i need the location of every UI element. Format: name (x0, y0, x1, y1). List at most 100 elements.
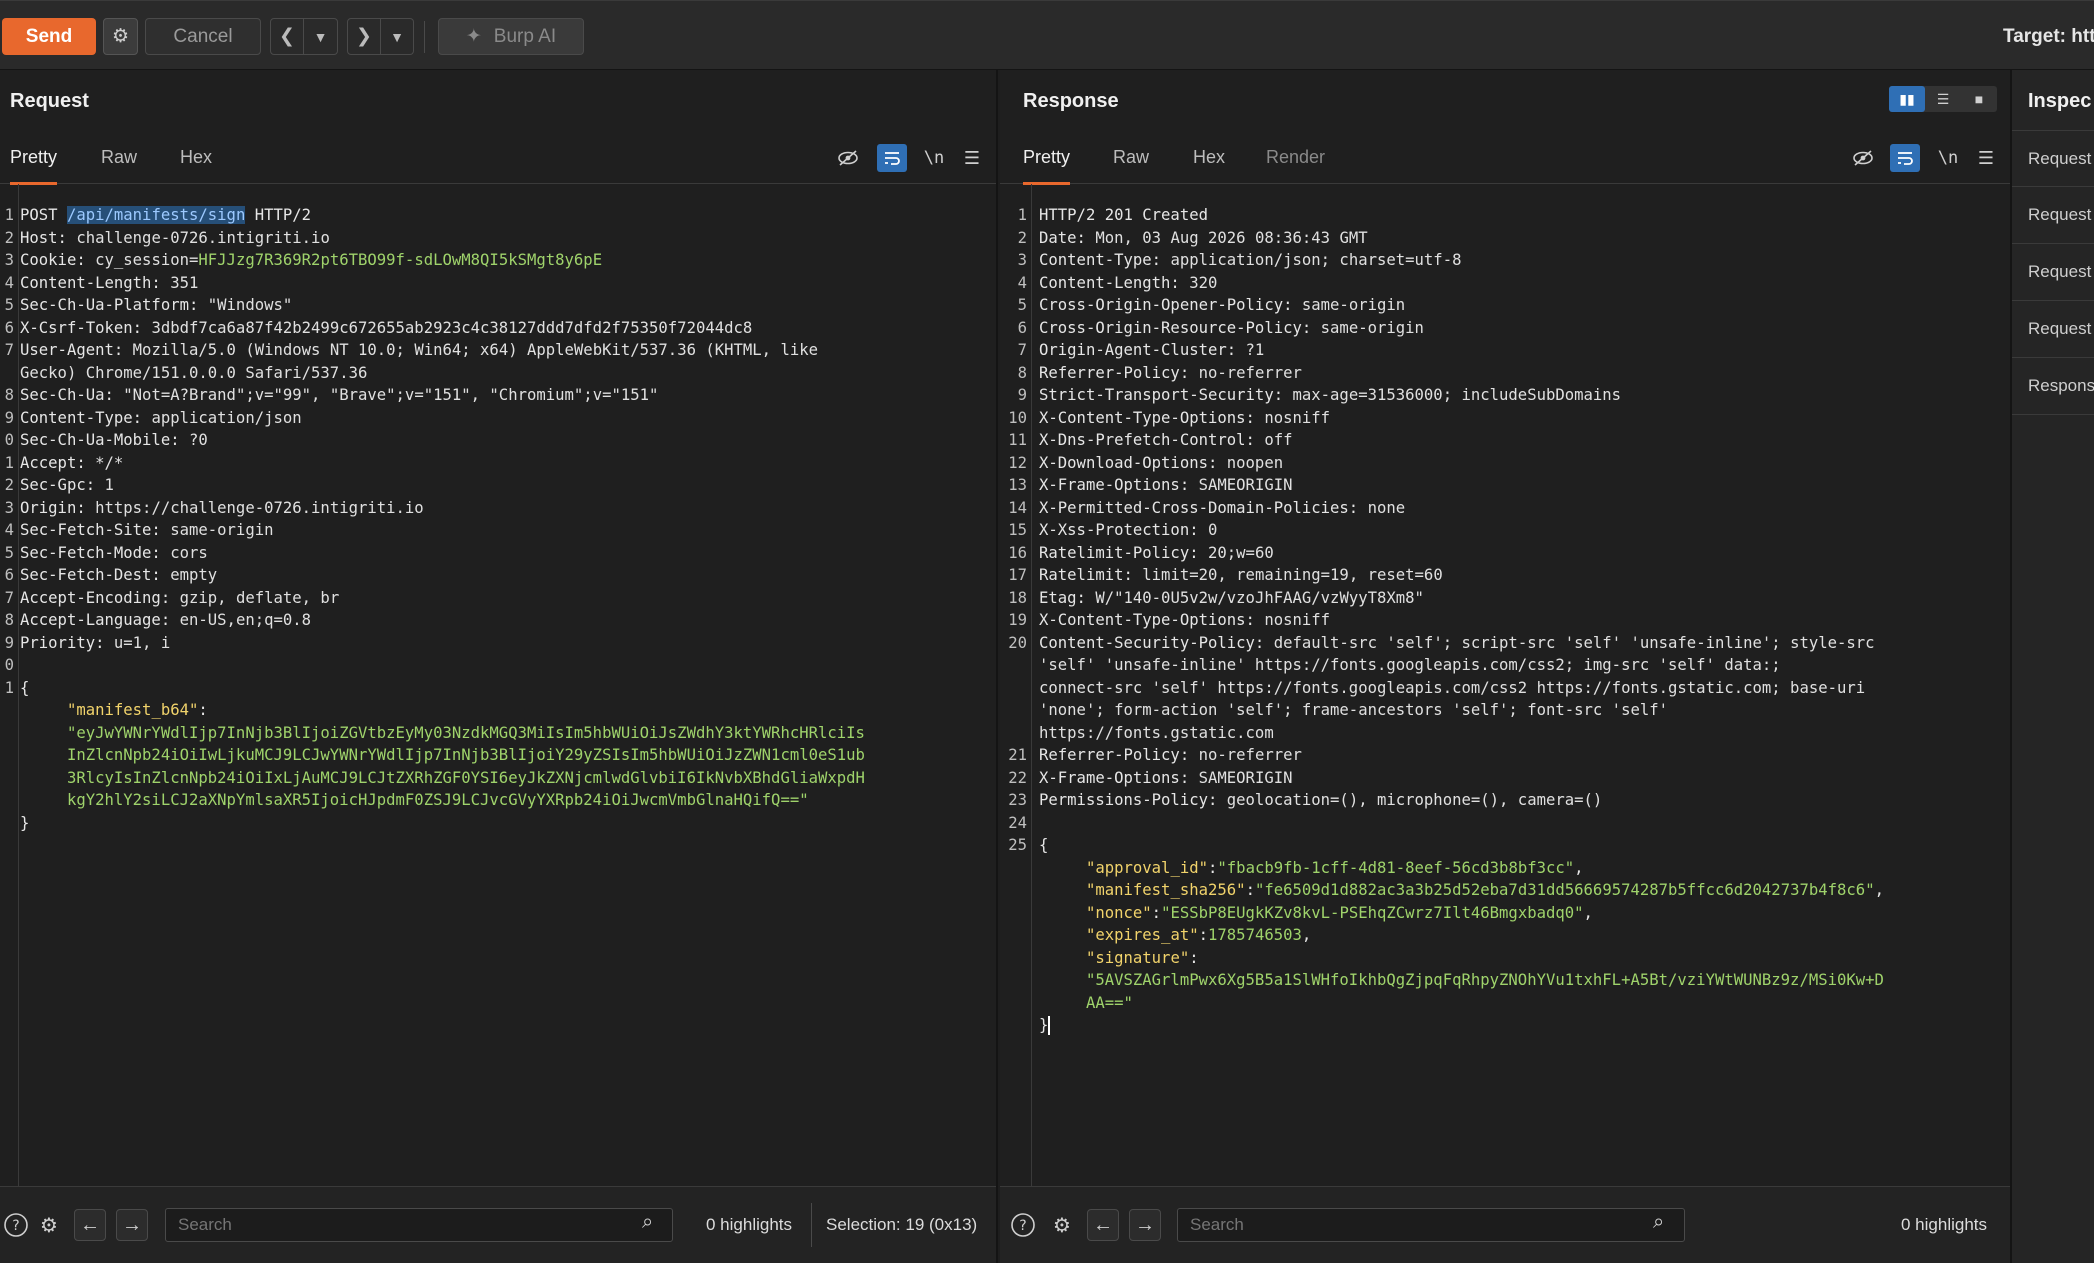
response-editor[interactable]: 1 HTTP/2 201 Created 2 Date: Mon, 03 Aug 20… (1000, 184, 2010, 1186)
code-line: 24 (1000, 812, 2010, 835)
code-token: Referrer-Policy: (1039, 746, 1199, 764)
code-text: "expires_at":1785746503, (1039, 924, 1311, 947)
code-token: en-US,en;q=0.8 (179, 611, 312, 629)
arrow-left-icon[interactable]: ← (74, 1209, 106, 1241)
history-back-dropdown[interactable]: ▼ (304, 18, 338, 55)
code-token: u=1, i (113, 633, 171, 652)
send-button[interactable]: Send (2, 18, 96, 55)
gear-icon[interactable]: ⚙ (33, 1209, 65, 1241)
code-text: "manifest_sha256":"fe6509d1d882ac3a3b25d… (1039, 879, 1884, 902)
inspector-item[interactable]: Request (2012, 130, 2094, 187)
inspector-item[interactable]: Request (2012, 301, 2094, 358)
code-line: 9 Strict-Transport-Security: max-age=3153… (1000, 384, 2010, 407)
split-horizontal-icon[interactable]: ▮▮ (1889, 86, 1925, 112)
code-token: same-origin (1301, 296, 1406, 314)
tab-raw[interactable]: Raw (1113, 138, 1149, 184)
code-text: Ratelimit-Policy: 20;w=60 (1039, 542, 1274, 565)
code-token: kgY2hlY2siLCJ2aXNpYmlsaXR5IjoicHJpdmF0ZS… (20, 791, 809, 809)
code-token: HTTP/2 201 Created (1039, 206, 1208, 224)
hide-nonprintable-icon[interactable] (1848, 144, 1878, 172)
arrow-right-icon[interactable]: → (1129, 1209, 1161, 1241)
code-token: default-src 'self'; script-src 'self' 'u… (1273, 633, 1875, 652)
code-token: off (1264, 431, 1293, 449)
code-token: application/json; charset=utf-8 (1170, 251, 1462, 269)
code-line: 3 Origin: https://challenge-0726.intigrit… (0, 497, 996, 520)
history-forward-button[interactable]: ❯ (347, 18, 381, 55)
code-text: Accept: */* (20, 452, 123, 475)
word-wrap-icon[interactable] (877, 144, 907, 172)
code-token: nosniff (1264, 408, 1331, 427)
help-icon[interactable]: ? (1007, 1209, 1039, 1241)
code-token: SAMEORIGIN (1198, 476, 1293, 494)
help-icon[interactable]: ? (0, 1209, 32, 1241)
request-search-input[interactable] (165, 1208, 673, 1242)
single-pane-icon[interactable]: ■ (1961, 86, 1997, 112)
code-token: noopen (1226, 453, 1284, 472)
inspector-item[interactable]: Request (2012, 187, 2094, 244)
arrow-right-icon[interactable]: → (116, 1209, 148, 1241)
line-number: 2 (1017, 228, 1027, 247)
code-text: "eyJwYWNrYWdlIjp7InNjb3BlIjoiZGVtbzEyMy0… (20, 722, 865, 745)
code-token: , (1874, 881, 1884, 899)
code-token: Host: (20, 228, 77, 247)
word-wrap-icon[interactable] (1890, 144, 1920, 172)
code-token: : (1189, 948, 1199, 967)
line-number: 8 (4, 386, 14, 404)
history-back-button[interactable]: ❮ (270, 18, 304, 55)
line-number: 0 (4, 656, 14, 674)
code-text: Sec-Gpc: 1 (20, 474, 114, 497)
request-editor[interactable]: 1 POST /api/manifests/sign HTTP/2 2 Host: c… (0, 184, 996, 1186)
code-text: Priority: u=1, i (20, 632, 170, 655)
tab-pretty[interactable]: Pretty (1023, 138, 1071, 185)
tab-pretty[interactable]: Pretty (10, 138, 58, 185)
cancel-button[interactable]: Cancel (145, 18, 261, 55)
code-token: : (1245, 881, 1255, 899)
code-text: "approval_id":"fbacb9fb-1cff-4d81-8eef-5… (1039, 857, 1584, 880)
code-text: 'none'; form-action 'self'; frame-ancest… (1039, 699, 1668, 722)
code-token: Sec-Fetch-Mode: (20, 543, 171, 562)
target-label[interactable]: Target: htt (2003, 26, 2094, 48)
inspector-item[interactable]: Respons (2012, 358, 2094, 415)
code-token: Content-Type: (20, 408, 152, 427)
tab-hex[interactable]: Hex (1193, 138, 1225, 184)
newline-icon[interactable]: \n (919, 144, 949, 172)
code-text: "5AVSZAGrlmPwx6Xg5B5a1SlWHfoIkhbQgZjpqFq… (1039, 969, 1884, 992)
line-number: 6 (4, 566, 14, 584)
menu-icon[interactable]: ☰ (1971, 144, 2001, 172)
code-token: Ratelimit: (1039, 566, 1143, 584)
code-token: 1 (104, 476, 114, 494)
settings-button[interactable]: ⚙ (103, 18, 138, 55)
request-highlights-count: 0 highlights (706, 1215, 793, 1234)
menu-icon[interactable]: ☰ (957, 144, 987, 172)
tab-raw[interactable]: Raw (101, 138, 137, 184)
code-token: same-origin (1320, 318, 1424, 337)
arrow-left-icon[interactable]: ← (1087, 1209, 1119, 1241)
response-search-input[interactable] (1177, 1208, 1685, 1242)
code-token: : (1198, 926, 1209, 944)
split-vertical-icon[interactable]: ☰ (1925, 86, 1961, 112)
burp-ai-button[interactable]: ✦ Burp AI (438, 18, 584, 55)
code-line: } (1000, 1014, 2010, 1037)
gear-icon[interactable]: ⚙ (1046, 1209, 1078, 1241)
tab-render[interactable]: Render (1266, 138, 1325, 184)
line-number: 1 (4, 453, 14, 472)
code-line: "signature": (1000, 947, 2010, 970)
response-title: Response (1023, 90, 1119, 112)
hide-nonprintable-icon[interactable] (833, 144, 863, 172)
code-line: 0 Sec-Ch-Ua-Mobile: ?0 (0, 429, 996, 452)
inspector-item[interactable]: Request (2012, 244, 2094, 301)
line-number: 7 (4, 341, 14, 359)
search-icon: ⌕ (1653, 1211, 1665, 1233)
code-token: limit=20, remaining=19, reset=60 (1142, 566, 1443, 584)
history-forward-dropdown[interactable]: ▼ (381, 18, 414, 55)
code-token: Permissions-Policy: (1039, 791, 1227, 809)
newline-icon[interactable]: \n (1933, 144, 1963, 172)
code-token: X-Content-Type-Options: (1039, 611, 1265, 629)
code-text: Sec-Fetch-Dest: empty (20, 564, 217, 587)
tab-hex[interactable]: Hex (180, 138, 212, 184)
code-text: X-Frame-Options: SAMEORIGIN (1039, 767, 1293, 790)
code-token: 1785746503 (1208, 926, 1302, 944)
code-token: Origin: (20, 498, 96, 517)
code-line: 8 Referrer-Policy: no-referrer (1000, 362, 2010, 385)
